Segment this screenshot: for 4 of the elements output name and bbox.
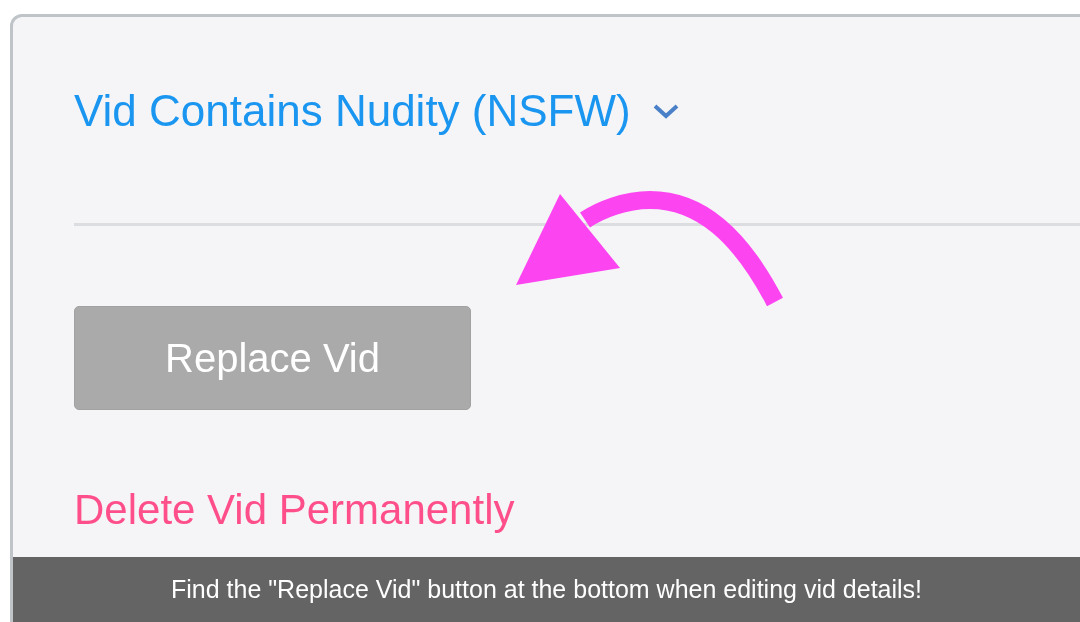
delete-vid-link[interactable]: Delete Vid Permanently [74,486,515,535]
chevron-down-icon[interactable] [652,103,679,120]
caption-bar: Find the "Replace Vid" button at the bottom when editing vid details! [13,557,1080,622]
section-title[interactable]: Vid Contains Nudity (NSFW) [74,87,631,136]
